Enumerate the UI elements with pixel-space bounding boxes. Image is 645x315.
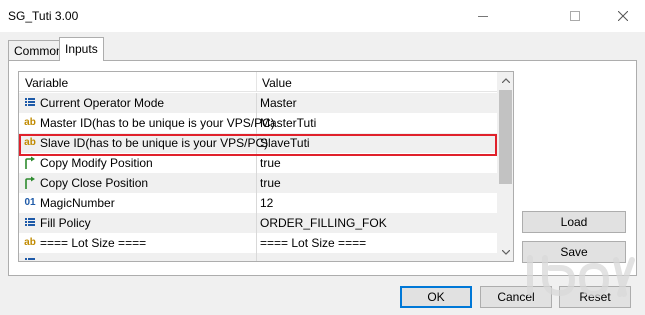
ok-button[interactable]: OK xyxy=(400,286,472,308)
save-button[interactable]: Save xyxy=(522,241,626,263)
column-divider[interactable] xyxy=(256,72,257,92)
variable-name: MagicNumber xyxy=(40,196,115,210)
close-icon xyxy=(618,11,628,21)
table-row[interactable]: Current Operator Mode Master xyxy=(19,93,497,113)
variable-cell: ab Master ID(has to be unique is your VP… xyxy=(19,113,275,133)
minimize-icon xyxy=(478,16,488,17)
list-icon xyxy=(23,256,37,261)
list-icon xyxy=(23,96,37,110)
variable-value[interactable]: ORDER_FILLING_FOK xyxy=(260,216,387,230)
grid-header: Variable Value xyxy=(19,72,497,92)
tab-inputs[interactable]: Inputs xyxy=(59,37,104,61)
title-bar: SG_Tuti 3.00 xyxy=(0,0,645,32)
chevron-down-icon xyxy=(501,250,510,255)
scroll-thumb[interactable] xyxy=(499,90,512,184)
column-header-variable[interactable]: Variable xyxy=(25,76,68,90)
table-row[interactable]: ab Master ID(has to be unique is your VP… xyxy=(19,113,497,133)
variable-cell: 01 MagicNumber xyxy=(19,193,257,213)
variable-cell xyxy=(19,253,257,261)
reset-button[interactable]: Reset xyxy=(559,286,631,308)
variable-value[interactable]: Master xyxy=(260,96,297,110)
variable-cell: Copy Modify Position xyxy=(19,153,257,173)
variable-name: Copy Modify Position xyxy=(40,156,153,170)
variable-cell: Current Operator Mode xyxy=(19,93,257,113)
variable-name: Master ID(has to be unique is your VPS/P… xyxy=(40,116,275,130)
variable-value[interactable]: true xyxy=(260,156,281,170)
maximize-icon xyxy=(570,11,580,21)
chevron-up-icon xyxy=(501,78,510,83)
minimize-button[interactable] xyxy=(460,0,506,32)
bool-arrow-icon xyxy=(23,156,37,170)
maximize-button[interactable] xyxy=(552,0,598,32)
variable-cell: ab ==== Lot Size ==== xyxy=(19,233,257,253)
ab-icon: ab xyxy=(24,117,36,128)
close-button[interactable] xyxy=(600,0,645,32)
table-row[interactable]: Copy Close Position true xyxy=(19,173,497,193)
cancel-button[interactable]: Cancel xyxy=(480,286,552,308)
vertical-scrollbar[interactable] xyxy=(497,72,513,261)
highlight-box xyxy=(19,134,497,156)
variable-value[interactable]: true xyxy=(260,176,281,190)
int-01-icon: 01 xyxy=(24,197,36,208)
variable-name: ==== Lot Size ==== xyxy=(40,236,147,250)
list-icon xyxy=(23,216,37,230)
variable-cell: Fill Policy xyxy=(19,213,257,233)
variable-name: Copy Close Position xyxy=(40,176,149,190)
scroll-up-button[interactable] xyxy=(497,72,513,89)
variable-value[interactable]: MasterTuti xyxy=(260,116,316,130)
table-row[interactable]: Fill Policy ORDER_FILLING_FOK xyxy=(19,213,497,233)
ab-icon: ab xyxy=(24,237,36,248)
variable-cell: Copy Close Position xyxy=(19,173,257,193)
variable-name: Fill Policy xyxy=(40,216,91,230)
column-header-value[interactable]: Value xyxy=(262,76,292,90)
table-row[interactable]: 01 MagicNumber 12 xyxy=(19,193,497,213)
inputs-grid: Variable Value Current Operator Mode Mas… xyxy=(18,71,514,262)
variable-name: Current Operator Mode xyxy=(40,96,165,110)
variable-value[interactable]: 12 xyxy=(260,196,273,210)
table-row[interactable]: Copy Modify Position true xyxy=(19,153,497,173)
variable-value[interactable]: ==== Lot Size ==== xyxy=(260,236,366,250)
scroll-down-button[interactable] xyxy=(497,244,513,261)
bool-arrow-icon xyxy=(23,176,37,190)
window-title: SG_Tuti 3.00 xyxy=(8,9,79,23)
load-button[interactable]: Load xyxy=(522,211,626,233)
table-row[interactable] xyxy=(19,253,497,261)
table-row[interactable]: ab ==== Lot Size ==== ==== Lot Size ==== xyxy=(19,233,497,253)
